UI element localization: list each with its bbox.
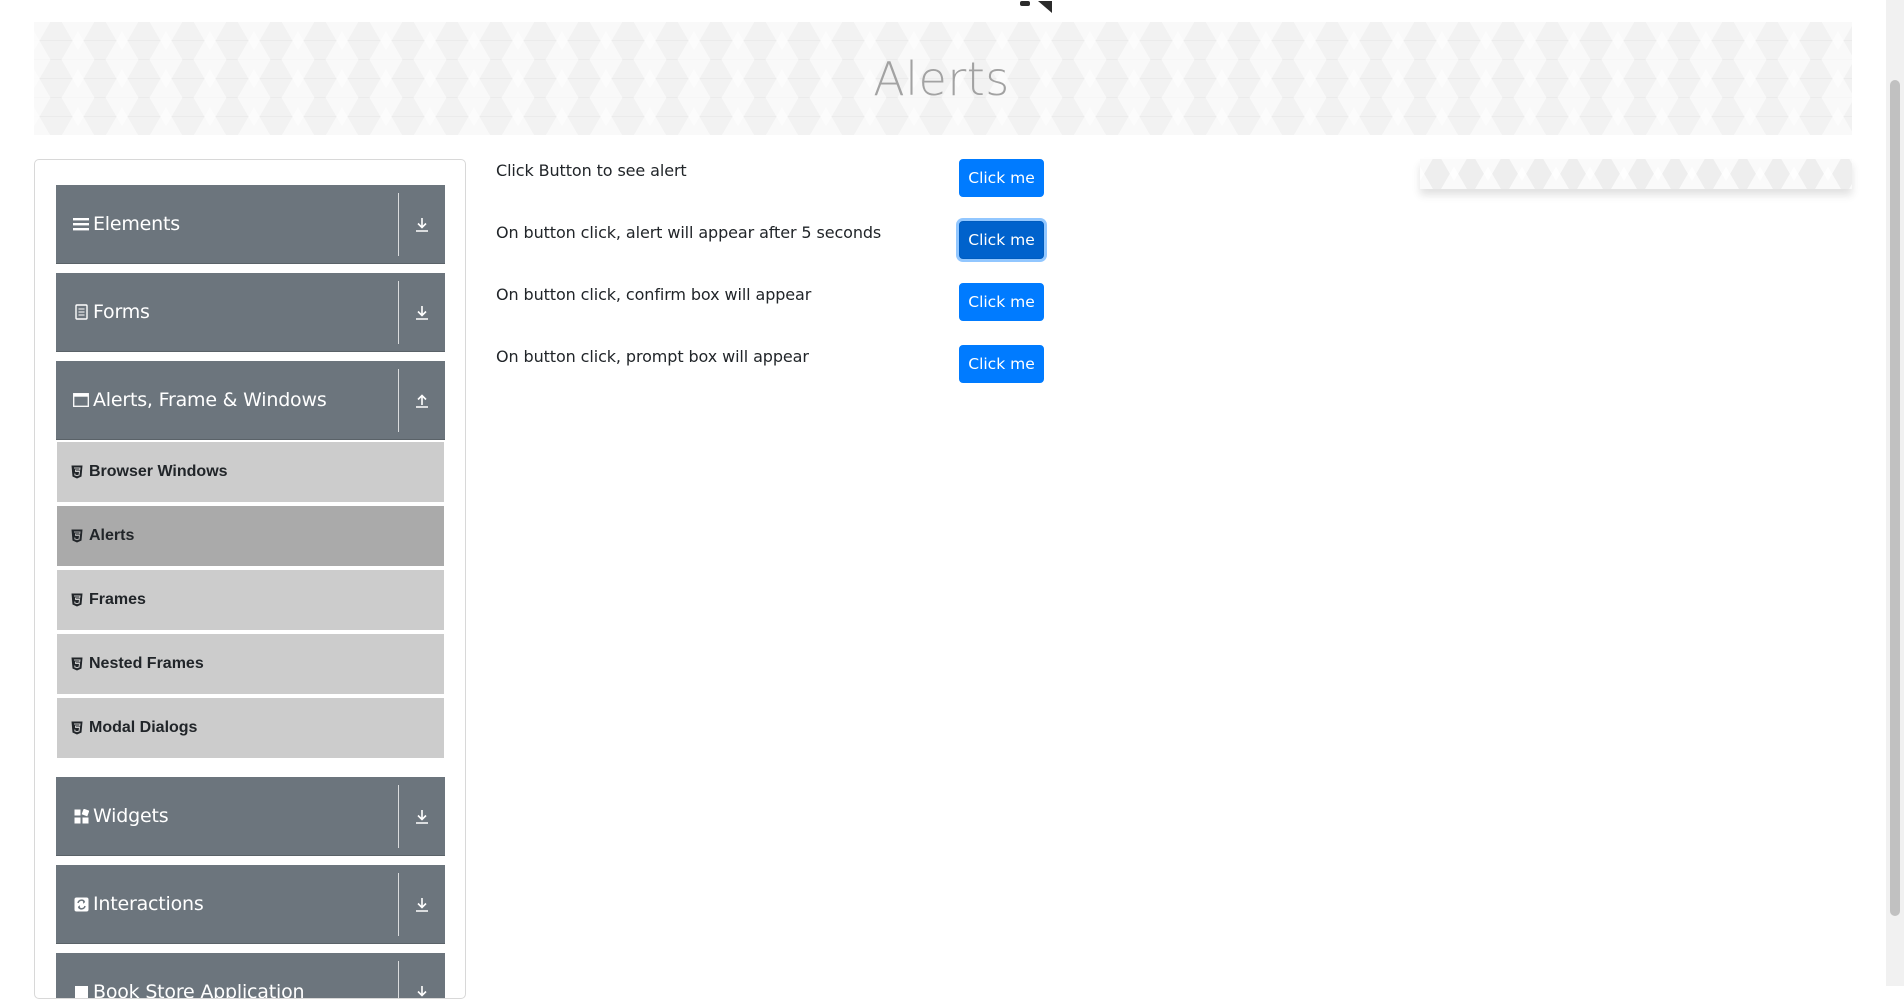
- sidebar-item-label: Nested Frames: [89, 655, 204, 672]
- sidebar-group-label: Elements: [93, 213, 180, 235]
- widgets-grid-icon: [73, 808, 89, 824]
- prompt-button[interactable]: Click me: [959, 345, 1044, 383]
- sidebar-item-alerts[interactable]: Alerts: [57, 506, 444, 568]
- sidebar-group-label: Forms: [93, 301, 150, 323]
- sidebar-group-book-store-application[interactable]: Book Store Application: [56, 953, 445, 999]
- prompt-row-label: On button click, prompt box will appear: [496, 347, 809, 366]
- download-arrow-icon: [413, 216, 431, 234]
- scrollbar-thumb[interactable]: [1890, 80, 1900, 916]
- ad-banner-placeholder: [1420, 159, 1852, 189]
- download-arrow-icon: [413, 808, 431, 826]
- page-title: Alerts: [873, 51, 1010, 106]
- divider: [398, 785, 399, 848]
- divider: [398, 961, 399, 998]
- divider: [398, 281, 399, 344]
- vertical-scrollbar[interactable]: [1886, 0, 1904, 986]
- timer-alert-row-label: On button click, alert will appear after…: [496, 223, 882, 242]
- download-arrow-icon: [413, 984, 431, 998]
- window-icon: [73, 392, 89, 408]
- timer-alert-button[interactable]: Click me: [959, 221, 1044, 259]
- sidebar-group-elements[interactable]: Elements: [56, 185, 445, 264]
- document-icon: [73, 304, 89, 320]
- sidebar-item-nested-frames[interactable]: Nested Frames: [57, 634, 444, 696]
- interactions-icon: [73, 896, 89, 912]
- download-arrow-icon: [413, 304, 431, 322]
- confirm-button[interactable]: Click me: [959, 283, 1044, 321]
- confirm-row-label: On button click, confirm box will appear: [496, 285, 812, 304]
- html5-icon: [71, 657, 83, 671]
- sidebar-item-label: Modal Dialogs: [89, 719, 198, 736]
- sidebar: Elements Forms Alerts, Frame & Windows B…: [34, 159, 466, 999]
- site-logo-fragment[interactable]: [1018, 0, 1062, 13]
- html5-icon: [71, 721, 83, 735]
- sidebar-item-label: Alerts: [89, 527, 135, 544]
- sidebar-group-alerts-frame-windows[interactable]: Alerts, Frame & Windows: [56, 361, 445, 440]
- html5-icon: [71, 465, 83, 479]
- sidebar-group-forms[interactable]: Forms: [56, 273, 445, 352]
- html5-icon: [71, 593, 83, 607]
- divider: [398, 873, 399, 936]
- divider: [398, 193, 399, 256]
- sidebar-item-label: Browser Windows: [89, 463, 228, 480]
- sidebar-group-interactions[interactable]: Interactions: [56, 865, 445, 944]
- download-arrow-icon: [413, 896, 431, 914]
- alert-button[interactable]: Click me: [959, 159, 1044, 197]
- sidebar-item-label: Frames: [89, 591, 146, 608]
- html5-icon: [71, 529, 83, 543]
- book-icon: [73, 984, 89, 998]
- page-banner: Alerts: [34, 22, 1852, 135]
- sidebar-group-widgets[interactable]: Widgets: [56, 777, 445, 856]
- sidebar-item-frames[interactable]: Frames: [57, 570, 444, 632]
- sidebar-item-modal-dialogs[interactable]: Modal Dialogs: [57, 698, 444, 760]
- hamburger-icon: [73, 216, 89, 232]
- sidebar-group-label: Widgets: [93, 805, 169, 827]
- upload-arrow-icon: [413, 392, 431, 410]
- alert-row-label: Click Button to see alert: [496, 161, 687, 180]
- sidebar-item-browser-windows[interactable]: Browser Windows: [57, 442, 444, 504]
- sidebar-group-label: Alerts, Frame & Windows: [93, 389, 327, 411]
- divider: [398, 369, 399, 432]
- sidebar-group-label: Book Store Application: [93, 981, 305, 999]
- sidebar-group-label: Interactions: [93, 893, 204, 915]
